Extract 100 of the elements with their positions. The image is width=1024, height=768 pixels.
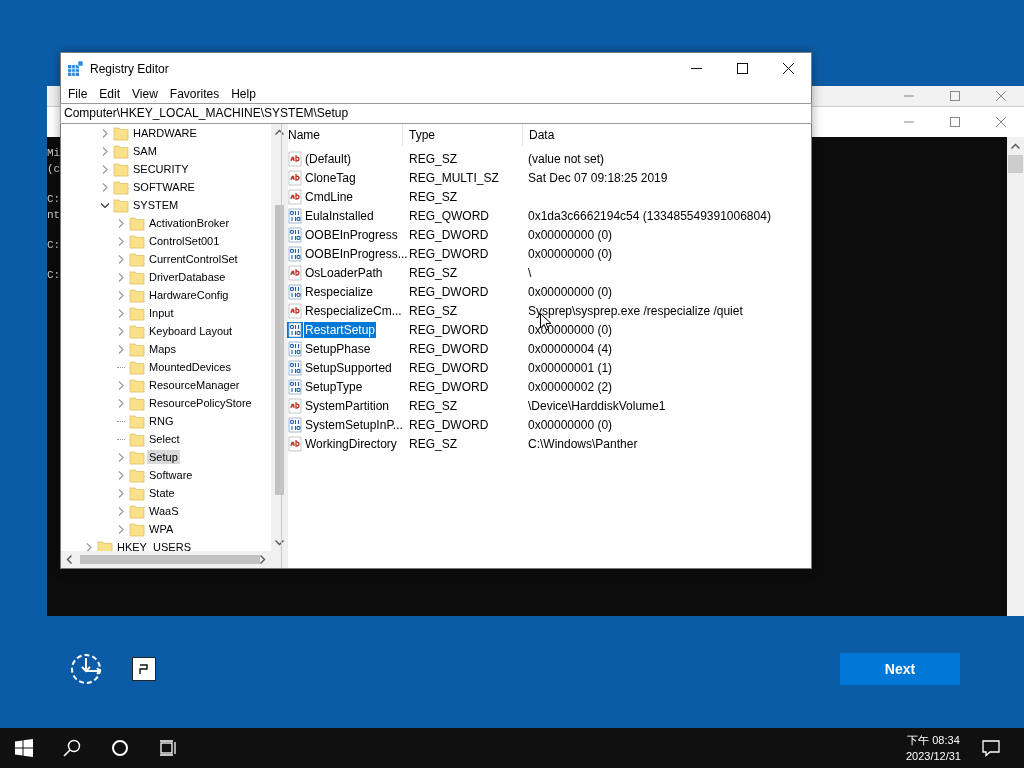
value-data: 0x00000001 (1)	[527, 360, 614, 375]
column-header[interactable]: Type	[403, 124, 523, 146]
maximize-icon	[950, 117, 960, 127]
tree-item[interactable]: SAM	[131, 144, 159, 158]
value-data: 0x00000000 (0)	[527, 284, 614, 299]
address-field[interactable]: Computer\HKEY_LOCAL_MACHINE\SYSTEM\Setup	[60, 103, 812, 124]
tree-item[interactable]: HKEY_USERS	[115, 540, 193, 554]
binary-value-icon	[287, 340, 303, 357]
tree-item[interactable]: Setup	[147, 450, 180, 464]
horizontal-scrollbar[interactable]	[61, 551, 271, 568]
value-data: \	[527, 265, 533, 280]
tree-item[interactable]: ActivationBroker	[147, 216, 232, 230]
console-line: C:	[47, 192, 61, 207]
value-type: REG_SZ	[408, 151, 458, 166]
binary-value-icon	[287, 283, 303, 300]
string-value-icon	[287, 188, 303, 205]
tree-item[interactable]: WaaS	[147, 504, 181, 518]
tree-item[interactable]: HardwareConfig	[147, 288, 231, 302]
value-data: (value not set)	[527, 151, 606, 166]
value-data: 0x00000000 (0)	[527, 246, 614, 261]
tree-item[interactable]: ResourcePolicyStore	[147, 396, 254, 410]
window-title: Registry Editor	[90, 61, 169, 76]
value-type: REG_DWORD	[408, 227, 490, 242]
tree-item[interactable]: ResourceManager	[147, 378, 242, 392]
tree-item[interactable]: DriverDatabase	[147, 270, 228, 284]
start-icon[interactable]	[15, 739, 33, 757]
value-name[interactable]: SystemPartition	[304, 397, 391, 414]
menu-item[interactable]: Help	[225, 86, 262, 101]
menu-item[interactable]: View	[126, 86, 164, 101]
keyboard-key-icon[interactable]	[132, 657, 156, 681]
menu-item[interactable]: Favorites	[163, 86, 226, 101]
notification-icon[interactable]	[982, 739, 1000, 757]
value-type: REG_DWORD	[408, 360, 490, 375]
tree-item[interactable]: SECURITY	[131, 162, 191, 176]
tree-item[interactable]: MountedDevices	[147, 360, 233, 374]
column-header[interactable]: Data	[523, 124, 811, 146]
value-name[interactable]: OOBEInProgress...	[304, 245, 409, 262]
value-name[interactable]: (Default)	[304, 150, 352, 167]
value-name[interactable]: Respecialize	[304, 283, 375, 300]
console-line: (c	[47, 162, 61, 177]
value-type: REG_QWORD	[408, 208, 490, 223]
value-name[interactable]: SetupType	[304, 378, 364, 395]
folder-icon	[129, 467, 145, 483]
tree-item[interactable]: Maps	[147, 342, 178, 356]
value-type: REG_DWORD	[408, 341, 490, 356]
folder-icon	[129, 215, 145, 231]
tree-item[interactable]: SOFTWARE	[131, 180, 197, 194]
folder-icon	[129, 269, 145, 285]
folder-icon	[129, 431, 145, 447]
vertical-scrollbar[interactable]	[1007, 137, 1024, 616]
close-icon	[996, 117, 1006, 127]
tree-item[interactable]: CurrentControlSet	[147, 252, 240, 266]
tree-item[interactable]: ControlSet001	[147, 234, 222, 248]
value-name[interactable]: EulaInstalled	[304, 207, 375, 224]
scroll-left-icon[interactable]	[66, 555, 72, 564]
tree-item[interactable]: Software	[147, 468, 195, 482]
menu-item[interactable]: File	[62, 86, 94, 101]
clock-date[interactable]: 2023/12/31	[905, 748, 961, 764]
folder-icon	[129, 413, 145, 429]
value-name[interactable]: SetupSupported	[304, 359, 393, 376]
value-name[interactable]: CloneTag	[304, 169, 357, 186]
scroll-right-icon[interactable]	[260, 555, 266, 564]
value-type: REG_MULTI_SZ	[408, 170, 500, 185]
tree-item[interactable]: Select	[147, 432, 182, 446]
value-name[interactable]: WorkingDirectory	[304, 435, 398, 452]
close-icon	[996, 91, 1006, 101]
maximize-icon	[950, 91, 960, 101]
tree-item[interactable]: Input	[147, 306, 176, 320]
scroll-up-icon[interactable]	[1011, 143, 1020, 149]
tree-item[interactable]: WPA	[147, 522, 176, 536]
value-data: 0x00000004 (4)	[527, 341, 614, 356]
value-data: Sysprep\sysprep.exe /respecialize /quiet	[527, 303, 744, 318]
maximize-icon	[736, 63, 748, 74]
column-header[interactable]: Name	[282, 124, 403, 146]
tree-item[interactable]: HARDWARE	[131, 126, 199, 140]
value-name[interactable]: SetupPhase	[304, 340, 372, 357]
scroll-up-icon[interactable]	[275, 129, 284, 135]
value-name[interactable]: RestartSetup	[304, 321, 377, 338]
value-name[interactable]: OOBEInProgress	[304, 226, 399, 243]
scrollbar-thumb[interactable]	[275, 205, 284, 495]
value-name[interactable]: OsLoaderPath	[304, 264, 384, 281]
circle-icon[interactable]	[111, 739, 129, 757]
value-name[interactable]: RespecializeCm...	[304, 302, 403, 319]
tree-item[interactable]: SYSTEM	[131, 198, 181, 212]
scroll-down-icon[interactable]	[275, 540, 284, 546]
task-view-icon[interactable]	[159, 739, 177, 757]
value-type: REG_DWORD	[408, 284, 490, 299]
tree-item[interactable]: Keyboard Layout	[147, 324, 235, 338]
tree-item[interactable]: RNG	[147, 414, 176, 428]
value-type: REG_SZ	[408, 265, 458, 280]
clock-time[interactable]: 下午 08:34	[907, 732, 960, 748]
next-button[interactable]: Next	[840, 653, 960, 685]
string-value-icon	[287, 302, 303, 319]
search-icon[interactable]	[63, 739, 81, 757]
value-name[interactable]: SystemSetupInP...	[304, 416, 404, 433]
value-name[interactable]: CmdLine	[304, 188, 355, 205]
scrollbar-thumb[interactable]	[80, 555, 260, 564]
scrollbar-thumb[interactable]	[1008, 155, 1023, 173]
tree-item[interactable]: State	[147, 486, 177, 500]
menu-item[interactable]: Edit	[93, 86, 127, 101]
